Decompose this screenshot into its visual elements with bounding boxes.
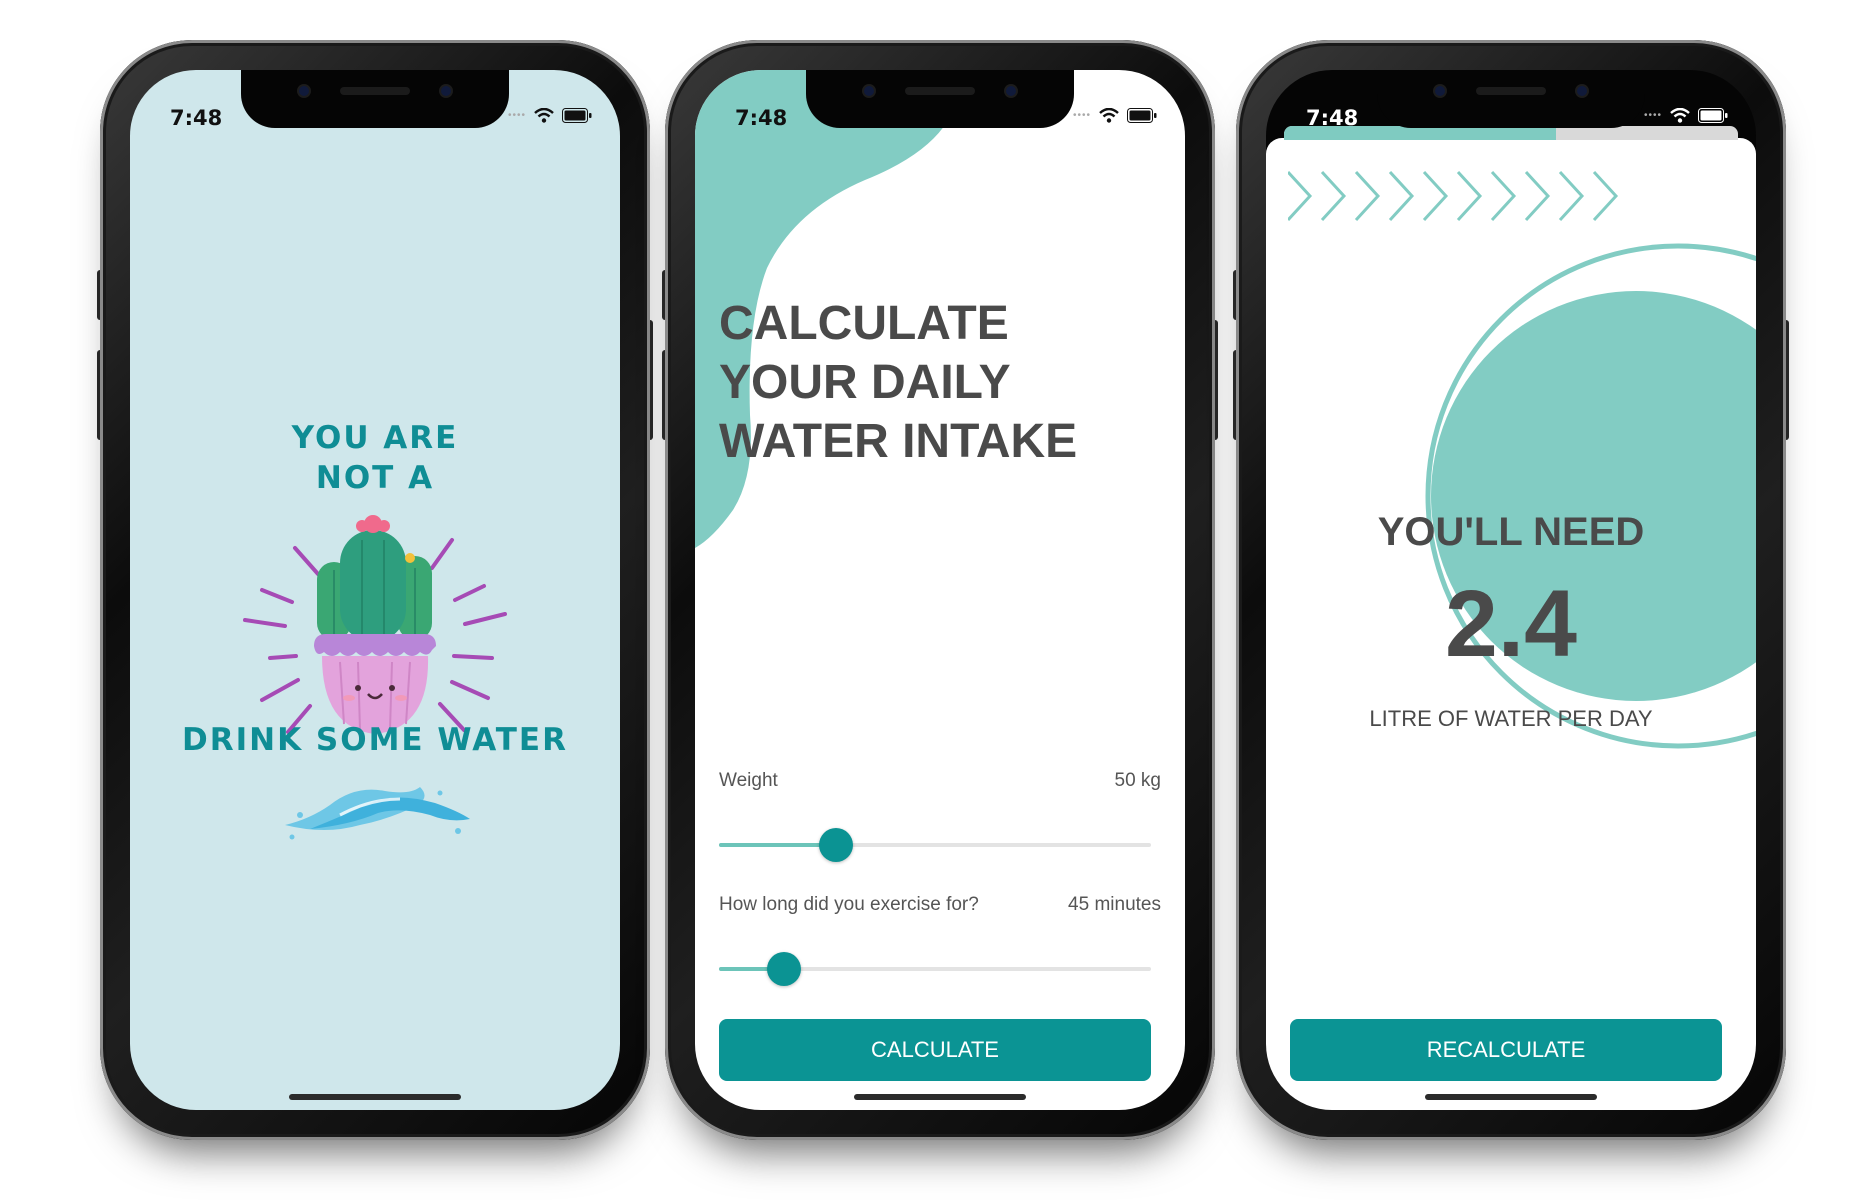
status-icons: •••• [508, 108, 592, 123]
weight-label: Weight [719, 770, 778, 791]
recalculate-button[interactable]: RECALCULATE [1290, 1019, 1722, 1081]
result-amount: 2.4 [1444, 571, 1578, 677]
weight-value: 50 kg [1114, 770, 1161, 791]
sensor-icon [1006, 86, 1016, 96]
splash-line-2: NOT A [315, 460, 435, 496]
wifi-icon [1670, 108, 1690, 123]
result-circles [1425, 243, 1756, 749]
notch [241, 70, 509, 128]
signal-icon: •••• [1072, 110, 1091, 121]
result-sheet: YOU'LL NEED 2.4 LITRE OF WATER PER DAY R… [1266, 138, 1756, 1110]
exercise-slider[interactable] [719, 952, 1151, 986]
water-splash-illustration [285, 787, 470, 840]
home-indicator[interactable] [1425, 1094, 1597, 1100]
status-icons: •••• [1073, 108, 1157, 123]
result-screen: 7:48 •••• YOU'LL NEED 2.4 LITRE OF WATER… [1266, 70, 1756, 1110]
splash-screen: 7:48 •••• YOU ARE NOT A DRINK SOME WATER [130, 70, 620, 1110]
notch [1377, 70, 1645, 128]
battery-icon [562, 108, 592, 123]
camera-icon [1435, 86, 1445, 96]
notch [806, 70, 1074, 128]
sensor-icon [441, 86, 451, 96]
exercise-slider-thumb[interactable] [766, 952, 801, 986]
exercise-label: How long did you exercise for? [719, 894, 979, 915]
wifi-icon [1099, 108, 1119, 123]
status-time: 7:48 [170, 106, 223, 130]
splash-line-1: YOU ARE [291, 420, 459, 456]
weight-slider[interactable] [719, 828, 1151, 862]
status-time: 7:48 [1306, 106, 1359, 130]
sensor-icon [1577, 86, 1587, 96]
weight-slider-thumb[interactable] [818, 828, 853, 862]
home-indicator[interactable] [289, 1094, 461, 1100]
speaker-grille [905, 87, 975, 95]
camera-icon [299, 86, 309, 96]
exercise-value: 45 minutes [1068, 894, 1161, 915]
page-title: CALCULATE YOUR DAILY WATER INTAKE [719, 297, 1078, 468]
phone-calculator: 7:48 •••• CALCULATE YOUR DAILY WATER INT… [662, 40, 1218, 1140]
cactus-illustration [243, 515, 507, 734]
battery-icon [1127, 108, 1157, 123]
speaker-grille [1476, 87, 1546, 95]
result-unit: LITRE OF WATER PER DAY [1369, 706, 1653, 731]
signal-icon: •••• [1643, 110, 1662, 121]
home-indicator[interactable] [854, 1094, 1026, 1100]
calculator-screen: 7:48 •••• CALCULATE YOUR DAILY WATER INT… [695, 70, 1185, 1110]
calculate-button[interactable]: CALCULATE [719, 1019, 1151, 1081]
speaker-grille [340, 87, 410, 95]
status-time: 7:48 [735, 106, 788, 130]
result-title: YOU'LL NEED [1377, 510, 1645, 554]
camera-icon [864, 86, 874, 96]
phone-splash: 7:48 •••• YOU ARE NOT A DRINK SOME WATER [97, 40, 653, 1140]
phone-result: 7:48 •••• YOU'LL NEED 2.4 LITRE OF WATER… [1233, 40, 1789, 1140]
signal-icon: •••• [507, 110, 526, 121]
status-icons: •••• [1644, 108, 1728, 123]
splash-line-3: DRINK SOME WATER [182, 722, 568, 758]
wifi-icon [534, 108, 554, 123]
battery-icon [1698, 108, 1728, 123]
